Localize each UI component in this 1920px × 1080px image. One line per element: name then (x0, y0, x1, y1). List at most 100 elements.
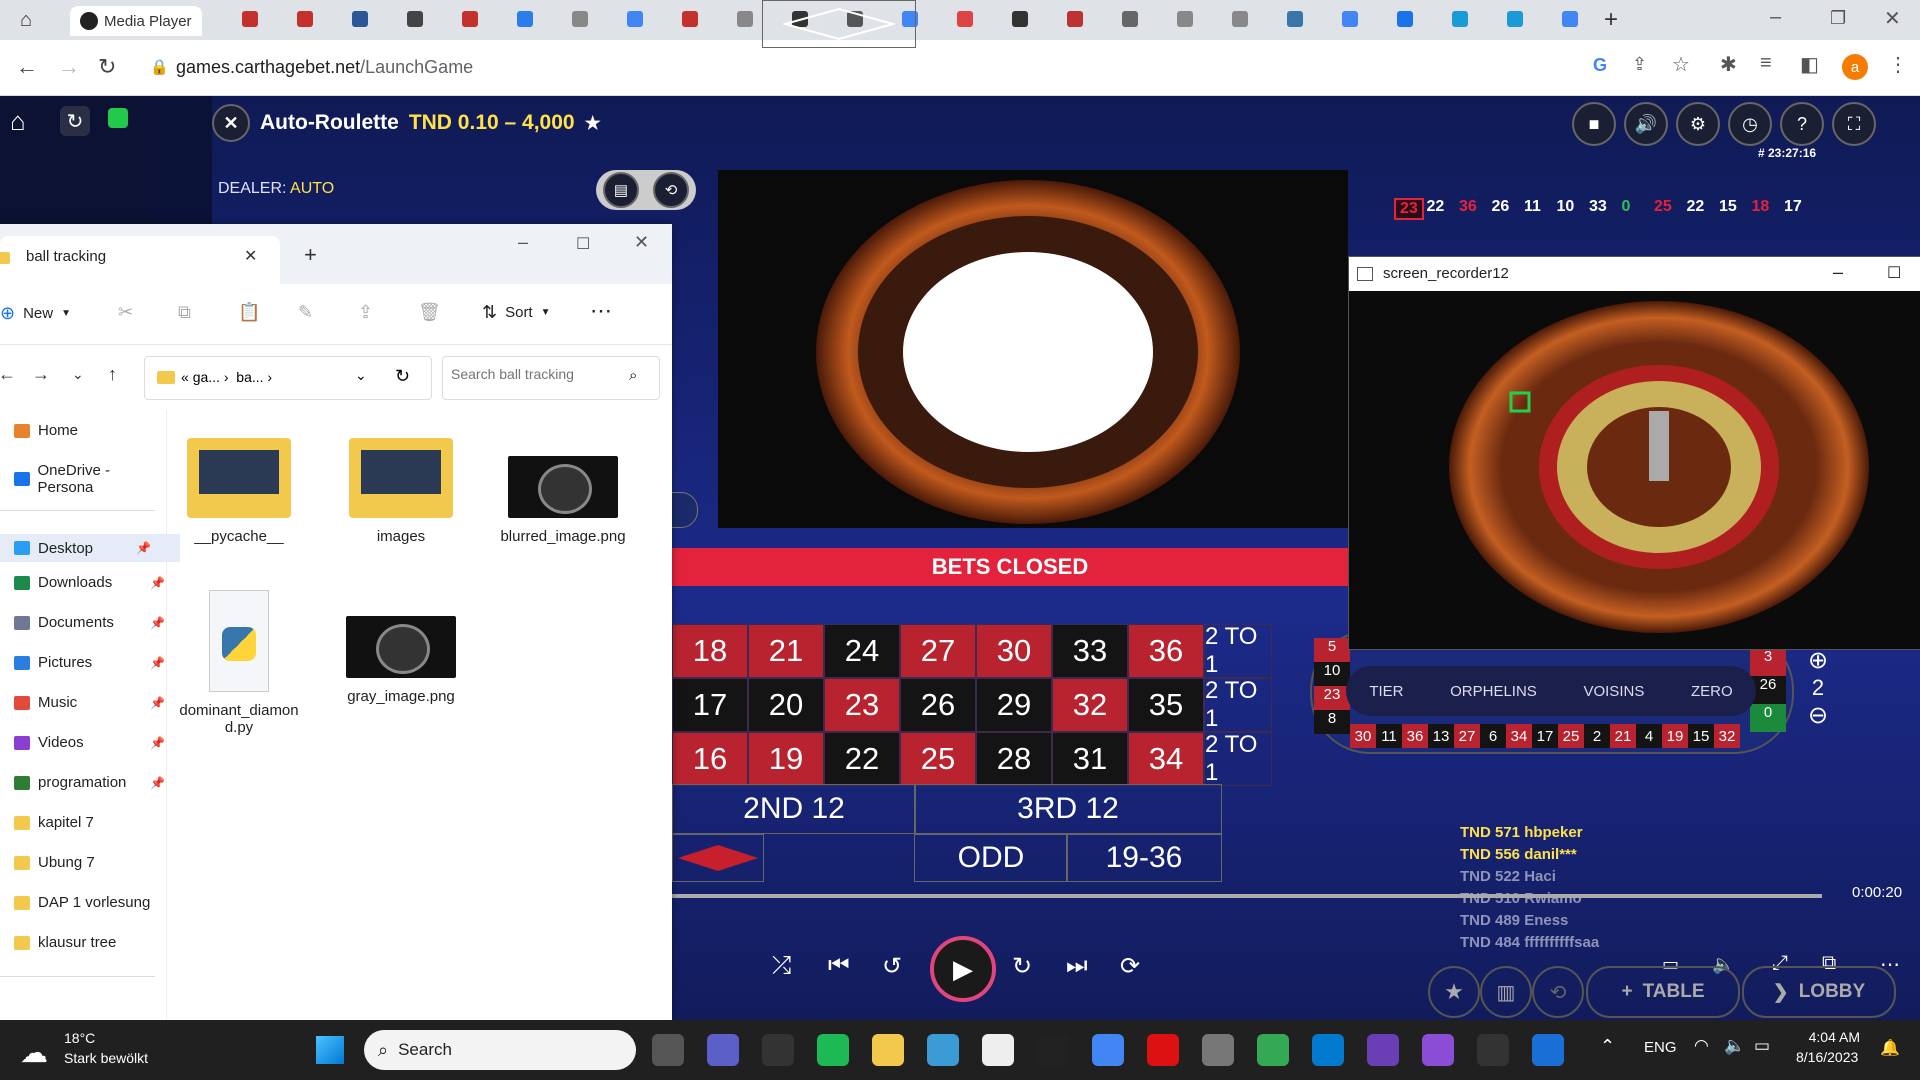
recorder-minimize-icon[interactable]: – (1833, 262, 1843, 283)
video-icon[interactable]: ■ (1572, 102, 1616, 146)
racetrack-number[interactable]: 2 (1584, 724, 1610, 748)
tab-media-player[interactable]: Media Player (70, 6, 202, 36)
sidebar-item[interactable]: Videos 📌 (14, 734, 165, 751)
vscode-icon[interactable] (1312, 1034, 1344, 1066)
column-bet[interactable]: 2 TO 1 (1204, 677, 1272, 732)
pin-icon[interactable]: 📌 (150, 736, 165, 750)
previous-icon[interactable]: ⏮ (828, 952, 850, 980)
sort-button[interactable]: ⇅ Sort ▼ (482, 302, 551, 323)
sidebar-item[interactable]: Home (14, 422, 78, 439)
number-cell[interactable]: 35 (1128, 678, 1204, 732)
number-cell[interactable]: 19 (748, 732, 824, 786)
black-bet[interactable] (762, 0, 916, 48)
racetrack-number[interactable]: 34 (1506, 724, 1532, 748)
number-cell[interactable]: 24 (824, 624, 900, 678)
sidebar-item[interactable]: klausur tree (14, 934, 116, 951)
forward-icon[interactable]: → (58, 54, 80, 80)
breadcrumb-1[interactable]: ga... (193, 369, 220, 385)
profile-avatar[interactable]: a (1842, 54, 1868, 80)
racetrack-number[interactable]: 25 (1558, 724, 1584, 748)
racetrack-section[interactable]: VOISINS (1583, 683, 1644, 700)
statistics-icon[interactable]: ▥ (1480, 966, 1532, 1018)
sidebar-item[interactable]: Pictures 📌 (14, 654, 165, 671)
column-bet[interactable]: 2 TO 1 (1204, 623, 1272, 678)
rename-icon[interactable]: ✎ (298, 302, 313, 323)
racetrack-number[interactable]: 6 (1480, 724, 1506, 748)
chat-icon[interactable]: ▤ (603, 172, 639, 208)
github-icon[interactable] (1422, 1034, 1454, 1066)
forward-icon[interactable]: → (32, 364, 50, 385)
racetrack-number[interactable]: 21 (1610, 724, 1636, 748)
google-icon[interactable]: G (1593, 55, 1607, 76)
dozen-3-bet[interactable]: 3RD 12 (914, 784, 1222, 834)
racetrack-section[interactable]: TIER (1369, 683, 1403, 700)
bookmark-star-icon[interactable]: ☆ (1672, 52, 1690, 77)
file-item[interactable]: images (336, 430, 466, 545)
terminal-icon[interactable] (1037, 1034, 1069, 1066)
tab-favicon-icon[interactable] (517, 11, 533, 27)
sidepanel-icon[interactable]: ◧ (1800, 52, 1819, 77)
number-cell[interactable]: 33 (1052, 624, 1128, 678)
settings-icon[interactable] (1202, 1034, 1234, 1066)
tab-favicon-icon[interactable] (352, 11, 368, 27)
racetrack-number[interactable]: 30 (1350, 724, 1376, 748)
tab-favicon-icon[interactable] (462, 11, 478, 27)
delete-icon[interactable]: 🗑 (418, 302, 441, 323)
racetrack-number[interactable]: 15 (1688, 724, 1714, 748)
play-button[interactable]: ▶ (930, 936, 996, 1002)
paste-icon[interactable]: 📋 (238, 302, 260, 323)
minimize-icon[interactable]: – (1770, 6, 1781, 29)
racetrack-number[interactable]: 0 (1750, 704, 1786, 732)
number-cell[interactable]: 36 (1128, 624, 1204, 678)
media-player-icon[interactable] (1367, 1034, 1399, 1066)
sidebar-item[interactable]: Music 📌 (14, 694, 165, 711)
maximize-icon[interactable]: ❐ (1830, 8, 1846, 29)
explorer-tab[interactable]: ball tracking ✕ (0, 236, 280, 284)
task-view-icon[interactable] (652, 1034, 684, 1066)
racetrack-number[interactable]: 5 (1314, 638, 1350, 662)
extensions-icon[interactable]: ✱ (1720, 52, 1737, 77)
new-button[interactable]: ⊕ New ▼ (0, 303, 71, 324)
url-field[interactable]: games.carthagebet.net/LaunchGame (176, 57, 473, 78)
tab-favicon-icon[interactable] (737, 11, 753, 27)
pin-icon[interactable]: 📌 (150, 656, 165, 670)
tab-favicon-icon[interactable] (1122, 11, 1138, 27)
sidebar-item[interactable]: Documents 📌 (14, 614, 165, 631)
refresh-icon[interactable]: ↻ (395, 366, 410, 387)
tab-favicon-icon[interactable] (1507, 11, 1523, 27)
language-indicator[interactable]: ENG (1644, 1039, 1677, 1056)
lobby-button[interactable]: ❯ LOBBY (1742, 966, 1896, 1018)
number-cell[interactable]: 32 (1052, 678, 1128, 732)
table-button[interactable]: + TABLE (1586, 966, 1740, 1018)
switch-view-icon[interactable]: ⟲ (653, 172, 689, 208)
number-cell[interactable]: 31 (1052, 732, 1128, 786)
file-explorer-icon[interactable] (872, 1034, 904, 1066)
tab-favicon-icon[interactable] (1232, 11, 1248, 27)
number-cell[interactable]: 29 (976, 678, 1052, 732)
chevron-down-icon[interactable]: ⌄ (355, 367, 367, 384)
number-cell[interactable]: 21 (748, 624, 824, 678)
chrome-icon[interactable] (1092, 1034, 1124, 1066)
fullscreen-icon[interactable]: ⛶ (1832, 102, 1876, 146)
file-item[interactable]: blurred_image.png (498, 430, 628, 545)
high-bet[interactable]: 19-36 (1066, 834, 1222, 882)
pin-icon[interactable]: 📌 (136, 541, 151, 555)
sound-icon[interactable]: 🔊 (1624, 102, 1668, 146)
copy-icon[interactable]: ⧉ (178, 302, 191, 323)
notepad-icon[interactable] (982, 1034, 1014, 1066)
share-icon[interactable]: ⇪ (1632, 54, 1647, 75)
help-icon[interactable]: ? (1780, 102, 1824, 146)
number-cell[interactable]: 23 (824, 678, 900, 732)
number-cell[interactable]: 20 (748, 678, 824, 732)
racetrack-number[interactable]: 32 (1714, 724, 1740, 748)
favourite-icon[interactable]: ★ (585, 113, 601, 134)
media-control-icon[interactable]: ≡ (1760, 52, 1772, 75)
rewind-10-icon[interactable]: ↺ (882, 952, 902, 981)
number-cell[interactable]: 34 (1128, 732, 1204, 786)
battery-icon[interactable]: ▭ (1754, 1036, 1770, 1056)
number-cell[interactable]: 22 (824, 732, 900, 786)
gamepad-icon[interactable] (762, 1034, 794, 1066)
speaker-icon[interactable]: 🔈 (1724, 1036, 1745, 1056)
number-cell[interactable]: 28 (976, 732, 1052, 786)
address-field[interactable]: « ga... › ba... › ⌄ ↻ (144, 356, 432, 400)
